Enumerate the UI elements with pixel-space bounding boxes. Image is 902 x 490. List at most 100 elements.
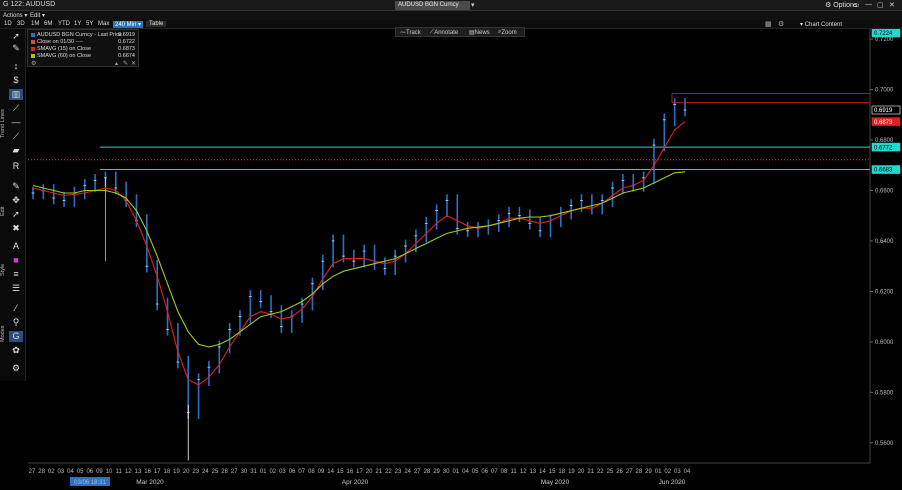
pen-icon[interactable]: ✎: [9, 43, 23, 54]
legend-row-last-price[interactable]: AUDUSD BGN Curncy - Last Price 0.6919: [31, 32, 137, 38]
date-tick-label-67: 03: [674, 469, 681, 475]
pointer-icon[interactable]: ➚: [9, 31, 23, 42]
legend-settings-icon[interactable]: ⚙: [31, 60, 36, 67]
chart-settings-icon[interactable]: ⚙: [778, 20, 784, 28]
date-tick-label-5: 05: [77, 469, 84, 475]
price-tool-icon[interactable]: $: [9, 75, 23, 86]
edit-pen-icon[interactable]: ✎: [9, 181, 23, 192]
price-tick-label-7: 0.5800: [875, 390, 894, 396]
date-tick-label-0: 27: [29, 469, 36, 475]
date-tick-label-39: 24: [404, 469, 411, 475]
legend-label-last-price: AUDUSD BGN Curncy - Last Price: [37, 32, 122, 38]
ticker-dropdown-icon[interactable]: ▾: [471, 1, 475, 9]
price-chart[interactable]: 0.72000.70000.68000.66000.64000.62000.60…: [0, 0, 902, 490]
range-1y[interactable]: 1Y: [74, 21, 81, 27]
restore-window-icon[interactable]: ▭: [853, 1, 860, 9]
date-tick-label-60: 25: [607, 469, 614, 475]
settings-gear-icon[interactable]: ⚙: [9, 363, 23, 374]
date-tick-label-66: 02: [664, 469, 671, 475]
date-tick-label-50: 11: [511, 469, 518, 475]
series-line-1: [32, 121, 686, 386]
news-tool[interactable]: ▤ News: [469, 29, 490, 36]
legend-row-smavg60[interactable]: SMAVG (60) on Close 0.6674: [31, 53, 137, 59]
line-style-icon[interactable]: ☰: [9, 283, 23, 294]
price-tag-label-4: 0.6683: [874, 168, 893, 174]
close-window-icon[interactable]: ✕: [889, 1, 895, 9]
date-tick-label-31: 14: [327, 469, 334, 475]
trend-lines-section-label: Trend Lines: [0, 109, 6, 139]
edit-section-label: Edit: [0, 206, 6, 216]
range-6m[interactable]: 6M: [44, 21, 52, 27]
range-5y[interactable]: 5Y: [86, 21, 93, 27]
range-1d[interactable]: 1D: [4, 21, 12, 27]
minimize-window-icon[interactable]: —: [865, 1, 872, 8]
month-label-3: Jun 2020: [659, 479, 686, 486]
legend-swatch-last-price: [31, 32, 35, 37]
date-tick-label-37: 22: [385, 469, 392, 475]
track-tool[interactable]: ⁓ Track: [400, 29, 421, 36]
date-tick-label-27: 06: [289, 469, 296, 475]
regression-icon[interactable]: R: [9, 161, 23, 172]
track-label: Track: [406, 30, 421, 36]
month-label-1: Apr 2020: [342, 479, 369, 486]
chart-tool-strip: ⁓ Track ⟋ Annotate ▤ News ⌕ Zoom: [395, 27, 525, 37]
legend-row-smavg15[interactable]: SMAVG (15) on Close 0.6873: [31, 46, 137, 52]
legend-close-icon[interactable]: ✕: [131, 60, 136, 67]
line-draw-icon[interactable]: ⟋: [9, 103, 23, 114]
legend-row-close[interactable]: Close on 01/30 ---- 0.6722: [31, 39, 137, 45]
range-1m[interactable]: 1M: [31, 21, 39, 27]
date-tick-label-17: 23: [192, 469, 199, 475]
actions-menu[interactable]: Actions ▾: [3, 12, 27, 19]
date-tick-label-9: 11: [116, 469, 123, 475]
interval-dropdown[interactable]: 240 Min ▾: [113, 21, 144, 28]
magnet-mode-icon[interactable]: ⚲: [9, 317, 23, 328]
date-tick-label-42: 29: [433, 469, 440, 475]
snap-mode-icon[interactable]: G: [9, 331, 23, 342]
date-tick-label-62: 27: [626, 469, 633, 475]
date-tick-label-11: 13: [135, 469, 142, 475]
date-tick-label-61: 26: [616, 469, 623, 475]
select-arrow-icon[interactable]: ➚: [9, 209, 23, 220]
legend-swatch-smavg60: [31, 53, 35, 58]
edit-menu[interactable]: Edit ▾: [30, 12, 45, 19]
range-ytd[interactable]: YTD: [58, 21, 70, 27]
date-tick-label-49: 08: [501, 469, 508, 475]
date-tick-label-24: 01: [260, 469, 267, 475]
delete-icon[interactable]: ✖: [9, 223, 23, 234]
price-tick-label-4: 0.6400: [875, 239, 894, 245]
date-tick-label-55: 18: [558, 469, 565, 475]
color-swatch-icon[interactable]: ■: [9, 255, 23, 266]
maximize-window-icon[interactable]: ▢: [877, 1, 884, 9]
table-button[interactable]: Table: [146, 21, 167, 27]
legend-value-close: 0.6722: [118, 39, 135, 45]
window-title: G 122: AUDUSD: [3, 1, 56, 8]
fibonacci-icon[interactable]: ↕: [9, 61, 23, 72]
price-tick-label-8: 0.5600: [875, 441, 894, 447]
channel-icon[interactable]: ▰: [9, 145, 23, 156]
horizontal-line-icon[interactable]: —: [9, 117, 23, 128]
date-tick-label-14: 18: [164, 469, 171, 475]
move-icon[interactable]: ✥: [9, 195, 23, 206]
date-tick-label-6: 06: [86, 469, 93, 475]
line-weight-icon[interactable]: ≡: [9, 269, 23, 280]
annotate-tool[interactable]: ⟋ Annotate: [430, 29, 458, 36]
palette-mode-icon[interactable]: ✿: [9, 345, 23, 356]
legend-collapse-icon[interactable]: ▴: [115, 60, 118, 67]
chart-legend: AUDUSD BGN Curncy - Last Price 0.6919 Cl…: [27, 29, 139, 67]
zoom-tool[interactable]: ⌕ Zoom: [498, 29, 517, 36]
date-tick-label-47: 06: [481, 469, 488, 475]
ray-icon[interactable]: ⟋: [9, 131, 23, 142]
bar-selector-icon[interactable]: ▥: [9, 89, 23, 100]
chart-content-dropdown[interactable]: ▾ Chart Content: [800, 21, 842, 28]
ticker-input[interactable]: AUDUSD BGN Curncy: [395, 1, 470, 10]
date-tick-label-63: 28: [635, 469, 642, 475]
text-style-icon[interactable]: A: [9, 241, 23, 252]
legend-value-smavg60: 0.6674: [118, 53, 135, 59]
chart-type-icon[interactable]: ▦: [765, 20, 772, 28]
date-tick-label-41: 28: [424, 469, 431, 475]
date-tick-label-7: 09: [96, 469, 103, 475]
crosshair-mode-icon[interactable]: ⁄: [9, 303, 23, 314]
legend-edit-icon[interactable]: ✎: [123, 60, 128, 67]
range-3d[interactable]: 3D: [17, 21, 25, 27]
range-max[interactable]: Max: [98, 21, 109, 27]
